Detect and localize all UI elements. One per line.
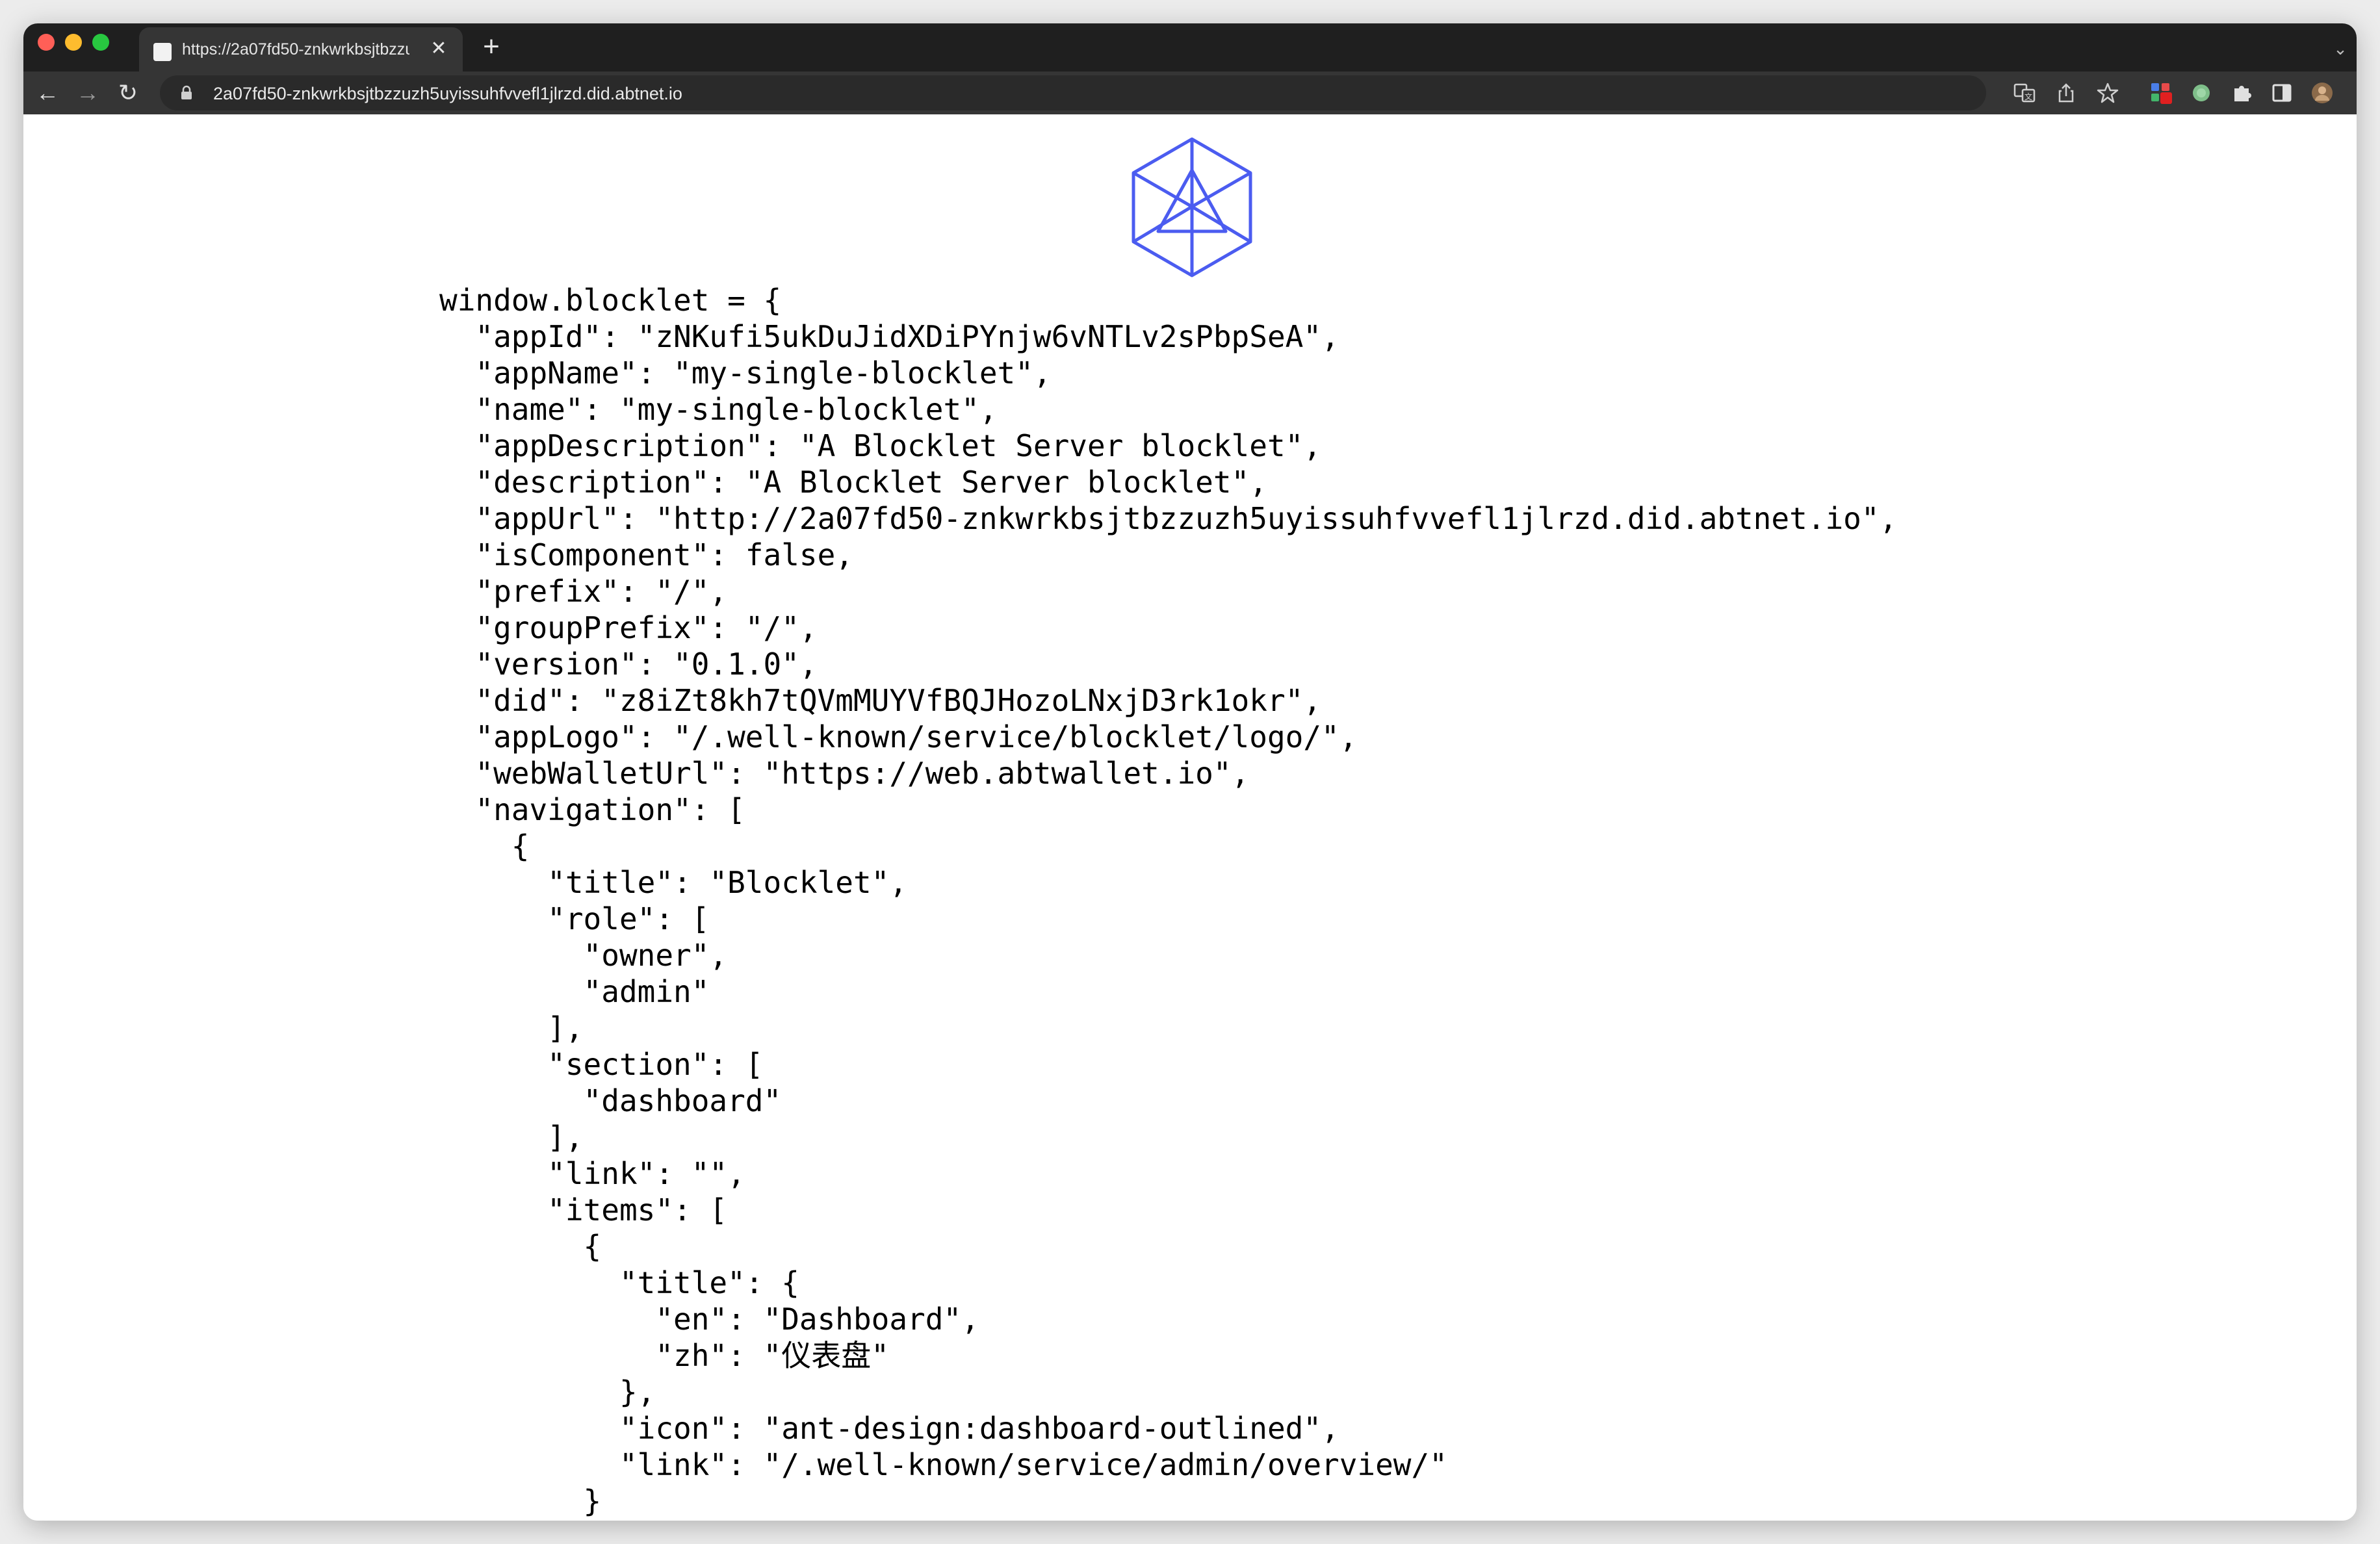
code-line: "groupPrefix": "/", [439,610,818,645]
code-line: "icon": "ant-design:dashboard-outlined", [439,1411,1339,1446]
code-line: "did": "z8iZt8kh7tQVmMUYVfBQJHozoLNxjD3r… [439,683,1322,718]
bookmark-star-icon[interactable] [2095,81,2120,105]
code-line: "prefix": "/", [439,574,728,609]
code-line: "description": "A Blocklet Server blockl… [439,465,1267,500]
code-line: "appUrl": "http://2a07fd50-znkwrkbsjtbzz… [439,501,1898,536]
code-line: "link": "/.well-known/service/admin/over… [439,1447,1447,1482]
extension-circle-icon[interactable] [2189,81,2214,105]
code-line: "isComponent": false, [439,537,853,573]
profile-avatar-icon[interactable] [2310,81,2335,105]
code-line: "appId": "zNKufi5ukDuJidXDiPYnjw6vNTLv2s… [439,319,1339,354]
code-line: }, [439,1374,656,1409]
code-line: "title": { [439,1265,799,1300]
code-line: "navigation": [ [439,792,745,827]
svg-text:文: 文 [2024,92,2032,101]
code-line: "appName": "my-single-blocklet", [439,355,1052,391]
lock-icon [181,85,192,99]
extensions-puzzle-icon[interactable] [2229,81,2254,105]
code-line: "appLogo": "/.well-known/service/blockle… [439,719,1358,754]
code-line: { [439,1229,602,1264]
code-line: "admin" [439,974,710,1009]
tab-strip: https://2a07fd50-znkwrkbsjtbzzuzh5uyissu… [23,23,2357,71]
minimize-window-button[interactable] [65,34,82,51]
code-line: } [439,1484,602,1519]
browser-window: https://2a07fd50-znkwrkbsjtbzzuzh5uyissu… [23,23,2357,1521]
back-button[interactable]: ← [32,78,62,108]
address-bar[interactable]: 2a07fd50-znkwrkbsjtbzzuzh5uyissuhfvvefl1… [160,75,1986,110]
maximize-window-button[interactable] [92,34,109,51]
code-line: "version": "0.1.0", [439,647,818,682]
extension-badge-icon[interactable] [2149,81,2173,105]
tab-active[interactable]: https://2a07fd50-znkwrkbsjtbzzuzh5uyissu… [139,27,463,71]
code-line: "appDescription": "A Blocklet Server blo… [439,428,1322,463]
code-line: "webWalletUrl": "https://web.abtwallet.i… [439,756,1250,791]
code-line: "en": "Dashboard", [439,1302,979,1337]
new-tab-button[interactable]: + [478,32,504,61]
url-text: 2a07fd50-znkwrkbsjtbzzuzh5uyissuhfvvefl1… [213,84,682,103]
forward-button[interactable]: → [73,78,103,108]
code-line: "items": [ [439,1192,728,1228]
code-line: "link": "", [439,1156,745,1191]
code-line: { [439,829,530,864]
share-icon[interactable] [2054,81,2078,105]
translate-icon[interactable]: 文 [2012,81,2037,105]
code-line: "role": [ [439,901,710,936]
close-window-button[interactable] [38,34,55,51]
reload-button[interactable]: ↻ [113,78,143,108]
code-line: "zh": "仪表盘" [439,1338,889,1373]
side-panel-icon[interactable] [2270,81,2294,105]
browser-toolbar: ← → ↻ 2a07fd50-znkwrkbsjtbzzuzh5uyissuhf… [23,71,2357,114]
tab-title: https://2a07fd50-znkwrkbsjtbzzuzh5uyissu… [182,40,409,58]
code-line: "section": [ [439,1047,764,1082]
tab-search-chevron-icon[interactable]: ⌄ [2331,39,2350,58]
code-line: "dashboard" [439,1083,782,1118]
code-line: ], [439,1010,584,1046]
page-content: window.blocklet = { "appId": "zNKufi5ukD… [23,114,2357,1521]
blocklet-config-code: window.blocklet = { "appId": "zNKufi5ukD… [439,282,1897,1519]
code-line: window.blocklet = { [439,283,782,318]
tab-close-icon[interactable]: ✕ [428,38,450,60]
code-line: ], [439,1120,584,1155]
code-line: "title": "Blocklet", [439,865,908,900]
code-line: "owner", [439,938,728,973]
page-favicon-icon [153,43,172,61]
code-line: "name": "my-single-blocklet", [439,392,998,427]
blocklet-logo-icon [1132,137,1252,277]
